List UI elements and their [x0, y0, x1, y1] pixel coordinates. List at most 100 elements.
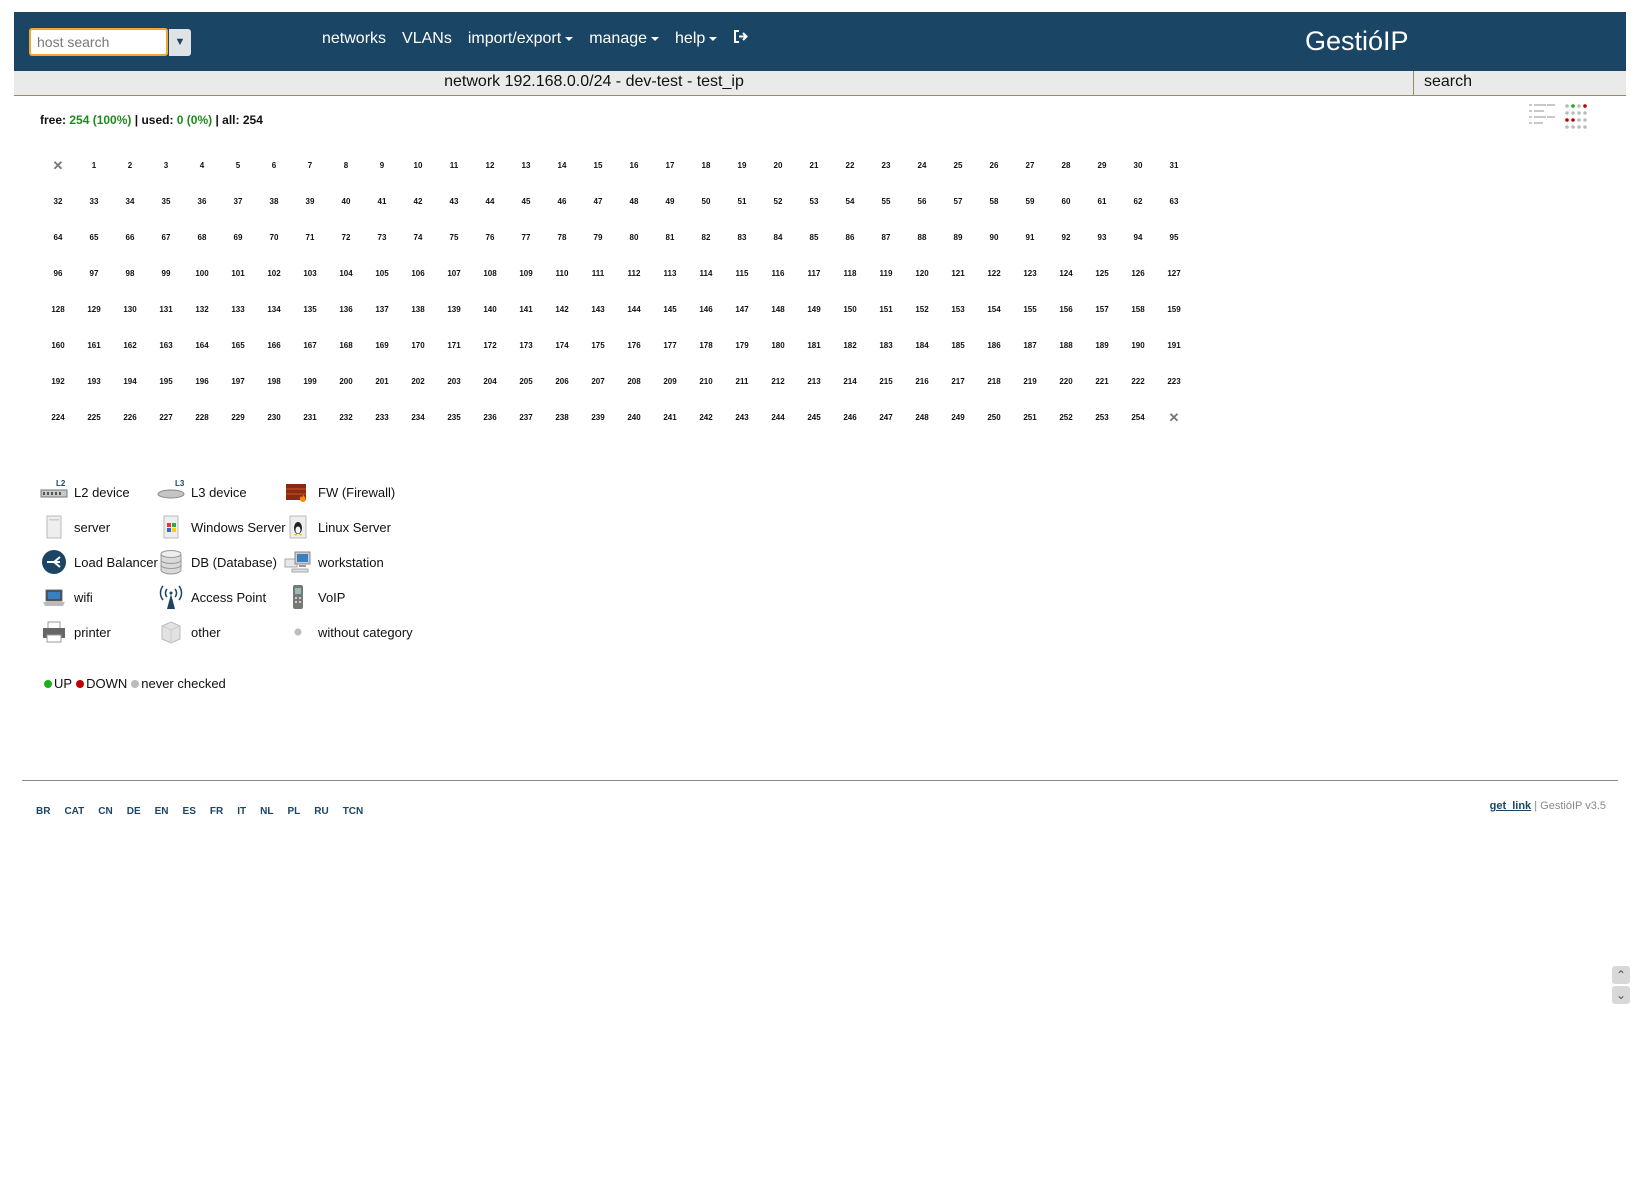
- ip-cell[interactable]: 17: [652, 157, 688, 175]
- ip-cell[interactable]: 31: [1156, 157, 1192, 175]
- ip-cell[interactable]: 52: [760, 193, 796, 211]
- ip-cell[interactable]: 103: [292, 265, 328, 283]
- ip-cell[interactable]: 100: [184, 265, 220, 283]
- ip-cell[interactable]: 125: [1084, 265, 1120, 283]
- ip-cell[interactable]: 10: [400, 157, 436, 175]
- ip-cell[interactable]: 156: [1048, 301, 1084, 319]
- ip-cell[interactable]: 195: [148, 373, 184, 391]
- ip-cell[interactable]: 48: [616, 193, 652, 211]
- ip-cell[interactable]: 12: [472, 157, 508, 175]
- ip-cell[interactable]: 236: [472, 409, 508, 427]
- ip-cell[interactable]: 42: [400, 193, 436, 211]
- ip-cell[interactable]: 133: [220, 301, 256, 319]
- ip-cell[interactable]: 79: [580, 229, 616, 247]
- ip-cell[interactable]: 206: [544, 373, 580, 391]
- ip-cell[interactable]: 225: [76, 409, 112, 427]
- language-it[interactable]: IT: [237, 806, 246, 817]
- ip-cell[interactable]: 227: [148, 409, 184, 427]
- language-pl[interactable]: PL: [287, 806, 300, 817]
- ip-cell[interactable]: 89: [940, 229, 976, 247]
- ip-cell[interactable]: 161: [76, 337, 112, 355]
- ip-cell[interactable]: 22: [832, 157, 868, 175]
- ip-cell[interactable]: 61: [1084, 193, 1120, 211]
- ip-cell[interactable]: 68: [184, 229, 220, 247]
- ip-cell[interactable]: 62: [1120, 193, 1156, 211]
- ip-cell[interactable]: 128: [40, 301, 76, 319]
- ip-cell[interactable]: 246: [832, 409, 868, 427]
- language-nl[interactable]: NL: [260, 806, 273, 817]
- ip-cell[interactable]: 209: [652, 373, 688, 391]
- ip-cell[interactable]: 7: [292, 157, 328, 175]
- ip-cell[interactable]: 217: [940, 373, 976, 391]
- language-cn[interactable]: CN: [98, 806, 112, 817]
- ip-cell[interactable]: 240: [616, 409, 652, 427]
- language-es[interactable]: ES: [183, 806, 196, 817]
- ip-cell[interactable]: 203: [436, 373, 472, 391]
- ip-cell[interactable]: 153: [940, 301, 976, 319]
- ip-cell[interactable]: 40: [328, 193, 364, 211]
- ip-cell[interactable]: 131: [148, 301, 184, 319]
- ip-cell[interactable]: 177: [652, 337, 688, 355]
- ip-cell[interactable]: 130: [112, 301, 148, 319]
- ip-cell[interactable]: 198: [256, 373, 292, 391]
- ip-cell[interactable]: 244: [760, 409, 796, 427]
- host-search-input[interactable]: [31, 30, 166, 54]
- ip-cell[interactable]: 58: [976, 193, 1012, 211]
- ip-cell[interactable]: 6: [256, 157, 292, 175]
- ip-cell[interactable]: 9: [364, 157, 400, 175]
- language-fr[interactable]: FR: [210, 806, 223, 817]
- ip-cell[interactable]: 90: [976, 229, 1012, 247]
- ip-cell[interactable]: 57: [940, 193, 976, 211]
- ip-cell[interactable]: 254: [1120, 409, 1156, 427]
- ip-cell[interactable]: 21: [796, 157, 832, 175]
- ip-cell[interactable]: 174: [544, 337, 580, 355]
- ip-cell[interactable]: 11: [436, 157, 472, 175]
- ip-cell[interactable]: 169: [364, 337, 400, 355]
- ip-cell[interactable]: 97: [76, 265, 112, 283]
- ip-cell[interactable]: 238: [544, 409, 580, 427]
- ip-cell[interactable]: 172: [472, 337, 508, 355]
- ip-cell[interactable]: 93: [1084, 229, 1120, 247]
- ip-cell[interactable]: 143: [580, 301, 616, 319]
- ip-cell[interactable]: 237: [508, 409, 544, 427]
- ip-cell[interactable]: 230: [256, 409, 292, 427]
- ip-cell[interactable]: 162: [112, 337, 148, 355]
- ip-cell[interactable]: 129: [76, 301, 112, 319]
- ip-cell[interactable]: 187: [1012, 337, 1048, 355]
- ip-cell[interactable]: 196: [184, 373, 220, 391]
- ip-cell[interactable]: 202: [400, 373, 436, 391]
- ip-cell[interactable]: 189: [1084, 337, 1120, 355]
- ip-cell[interactable]: 54: [832, 193, 868, 211]
- ip-cell[interactable]: 92: [1048, 229, 1084, 247]
- ip-cell[interactable]: 25: [940, 157, 976, 175]
- ip-cell[interactable]: 86: [832, 229, 868, 247]
- ip-cell[interactable]: 150: [832, 301, 868, 319]
- ip-cell[interactable]: 43: [436, 193, 472, 211]
- ip-cell[interactable]: 19: [724, 157, 760, 175]
- ip-cell[interactable]: 157: [1084, 301, 1120, 319]
- brand-logo[interactable]: GestióIP: [1305, 26, 1409, 57]
- language-de[interactable]: DE: [127, 806, 141, 817]
- ip-cell[interactable]: 201: [364, 373, 400, 391]
- ip-cell[interactable]: 223: [1156, 373, 1192, 391]
- ip-cell[interactable]: 70: [256, 229, 292, 247]
- ip-cell[interactable]: 87: [868, 229, 904, 247]
- ip-cell[interactable]: 234: [400, 409, 436, 427]
- ip-cell[interactable]: 37: [220, 193, 256, 211]
- ip-cell[interactable]: 45: [508, 193, 544, 211]
- ip-cell[interactable]: 132: [184, 301, 220, 319]
- ip-cell[interactable]: 232: [328, 409, 364, 427]
- ip-cell[interactable]: 72: [328, 229, 364, 247]
- ip-cell[interactable]: 127: [1156, 265, 1192, 283]
- ip-cell[interactable]: 114: [688, 265, 724, 283]
- grid-view-icon[interactable]: [1563, 102, 1593, 130]
- ip-cell[interactable]: 154: [976, 301, 1012, 319]
- ip-cell[interactable]: 3: [148, 157, 184, 175]
- search-dropdown-toggle[interactable]: ▼: [169, 29, 191, 56]
- ip-cell[interactable]: 24: [904, 157, 940, 175]
- ip-cell[interactable]: 152: [904, 301, 940, 319]
- ip-cell[interactable]: 167: [292, 337, 328, 355]
- ip-cell[interactable]: 28: [1048, 157, 1084, 175]
- ip-cell[interactable]: 184: [904, 337, 940, 355]
- scroll-top-icon[interactable]: ⌃: [1612, 966, 1630, 984]
